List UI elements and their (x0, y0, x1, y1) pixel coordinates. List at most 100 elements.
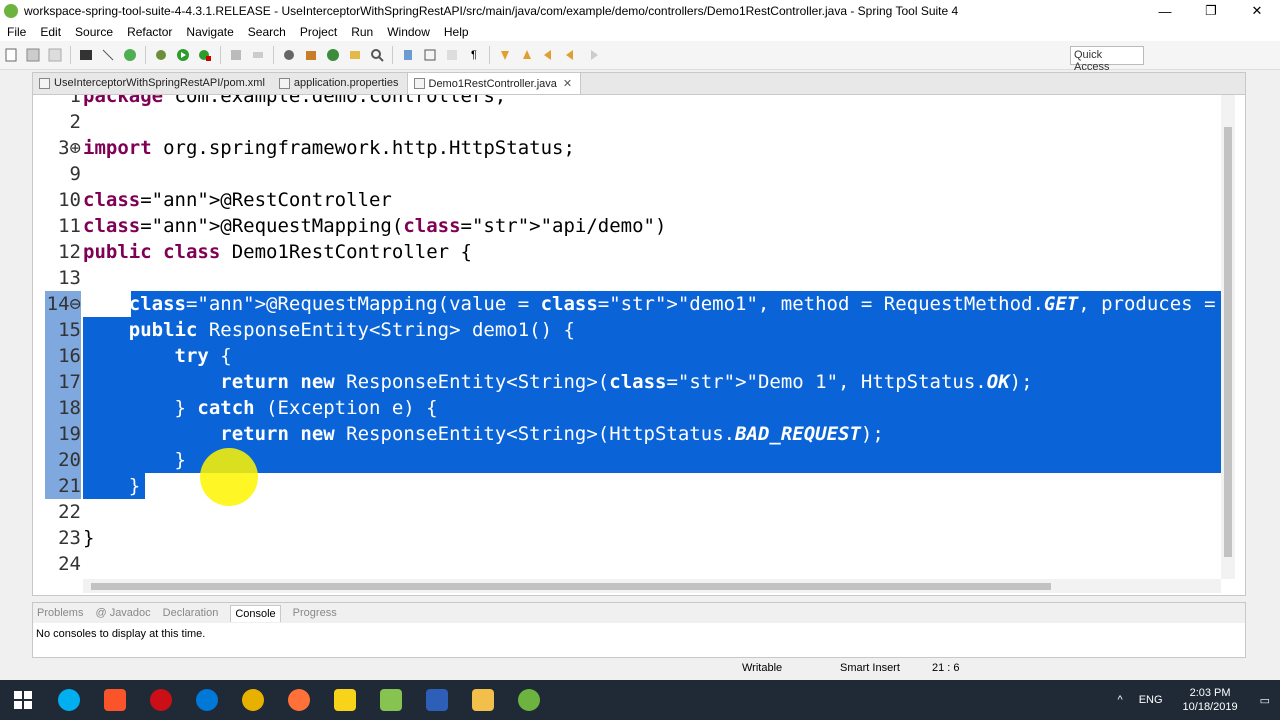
language-indicator[interactable]: ENG (1139, 694, 1163, 706)
code-line[interactable]: 15 public ResponseEntity<String> demo1()… (33, 317, 1221, 343)
code-line[interactable]: 1 package com.example.demo.controllers; (33, 95, 1221, 109)
code-line[interactable]: 22 (33, 499, 1221, 525)
toggle-block-selection-icon[interactable] (422, 47, 438, 63)
tab-demo1restcontroller-java[interactable]: Demo1RestController.java ✕ (406, 72, 582, 94)
code-line[interactable]: 17 return new ResponseEntity<String>(cla… (33, 369, 1221, 395)
opera-app[interactable] (138, 680, 184, 720)
line-number: 13 (58, 267, 81, 289)
relaunch-icon[interactable] (250, 47, 266, 63)
notepad-app[interactable] (368, 680, 414, 720)
sticky-app[interactable] (322, 680, 368, 720)
menu-navigate[interactable]: Navigate (179, 25, 240, 39)
code-line[interactable]: 9 (33, 161, 1221, 187)
brave-icon (104, 689, 126, 711)
forward-icon[interactable] (585, 47, 601, 63)
menu-window[interactable]: Window (380, 25, 437, 39)
explorer-app[interactable] (460, 680, 506, 720)
debug-icon[interactable] (153, 47, 169, 63)
chevron-up-icon[interactable]: ^ (1118, 694, 1123, 706)
line-number: 20 (45, 447, 81, 473)
code-line[interactable]: 24 (33, 551, 1221, 577)
previous-annotation-icon[interactable] (519, 47, 535, 63)
console-view: Problems @ Javadoc Declaration Console P… (32, 602, 1246, 658)
vertical-scrollbar[interactable] (1221, 95, 1235, 579)
left-trim-stack (0, 70, 30, 660)
restore-button[interactable]: ❐ (1188, 0, 1234, 22)
external-tools-icon[interactable] (197, 47, 213, 63)
run-icon[interactable] (175, 47, 191, 63)
new-class-icon[interactable] (325, 47, 341, 63)
quick-access-input[interactable]: Quick Access (1070, 46, 1144, 73)
sts-app[interactable] (506, 680, 552, 720)
code-line[interactable]: 19 return new ResponseEntity<String>(Htt… (33, 421, 1221, 447)
tab-problems[interactable]: Problems (37, 607, 83, 619)
close-tab-icon[interactable]: ✕ (563, 77, 572, 90)
tab-pom-xml[interactable]: UseInterceptorWithSpringRestAPI/pom.xml (33, 72, 273, 94)
floppy-icon (426, 689, 448, 711)
show-whitespace-icon[interactable] (444, 47, 460, 63)
code-line[interactable]: 13 (33, 265, 1221, 291)
code-line[interactable]: 23} (33, 525, 1221, 551)
menu-project[interactable]: Project (293, 25, 344, 39)
clock[interactable]: 2:03 PM 10/18/2019 (1183, 686, 1238, 714)
tab-javadoc[interactable]: @ Javadoc (95, 607, 150, 619)
code-line[interactable]: 2 (33, 109, 1221, 135)
menu-run[interactable]: Run (344, 25, 380, 39)
menu-help[interactable]: Help (437, 25, 476, 39)
code-line[interactable]: 14⊖ class="ann">@RequestMapping(value = … (33, 291, 1221, 317)
close-button[interactable]: ✕ (1234, 0, 1280, 22)
save-all-icon[interactable] (47, 47, 63, 63)
notification-icon[interactable]: ▭ (1260, 694, 1270, 707)
menu-file[interactable]: File (0, 25, 33, 39)
stop-icon[interactable] (228, 47, 244, 63)
start-button[interactable] (0, 680, 46, 720)
code-line[interactable]: 18 } catch (Exception e) { (33, 395, 1221, 421)
code-line[interactable]: 11 class="ann">@RequestMapping(class="str… (33, 213, 1221, 239)
terminal-icon[interactable] (78, 47, 94, 63)
line-number: 24 (58, 553, 81, 575)
folder-icon (472, 689, 494, 711)
line-number: 21 (45, 473, 81, 499)
firefox-app[interactable] (276, 680, 322, 720)
skype-app[interactable] (46, 680, 92, 720)
code-line[interactable]: 10 class="ann">@RestController (33, 187, 1221, 213)
horizontal-scrollbar[interactable] (83, 579, 1221, 593)
back-icon[interactable] (563, 47, 579, 63)
code-line[interactable]: 16 try { (33, 343, 1221, 369)
new-package-icon[interactable] (303, 47, 319, 63)
skip-breakpoints-icon[interactable] (100, 47, 116, 63)
toggle-mark-occurrences-icon[interactable] (400, 47, 416, 63)
status-cursor-position: 21 : 6 (932, 662, 960, 674)
tab-progress[interactable]: Progress (293, 607, 337, 619)
chrome-app[interactable] (230, 680, 276, 720)
spring-boot-icon[interactable] (122, 47, 138, 63)
code-line[interactable]: 12 public class Demo1RestController { (33, 239, 1221, 265)
code-line[interactable]: 3⊕ import org.springframework.http.HttpSt… (33, 135, 1221, 161)
tab-console[interactable]: Console (230, 604, 281, 622)
menu-source[interactable]: Source (68, 25, 120, 39)
pilcrow-icon[interactable]: ¶ (466, 47, 482, 63)
line-number: 22 (58, 501, 81, 523)
menu-search[interactable]: Search (241, 25, 293, 39)
tab-declaration[interactable]: Declaration (163, 607, 219, 619)
save-icon[interactable] (25, 47, 41, 63)
new-file-icon[interactable] (3, 47, 19, 63)
minimize-button[interactable]: — (1142, 0, 1188, 22)
search-icon[interactable] (369, 47, 385, 63)
new-java-project-icon[interactable] (281, 47, 297, 63)
brave-app[interactable] (92, 680, 138, 720)
open-type-icon[interactable] (347, 47, 363, 63)
edge-app[interactable] (184, 680, 230, 720)
last-edit-icon[interactable] (541, 47, 557, 63)
windows-icon (14, 691, 32, 709)
line-text: return new ResponseEntity<String>(HttpSt… (220, 423, 884, 445)
next-annotation-icon[interactable] (497, 47, 513, 63)
code-area[interactable]: 1 package com.example.demo.controllers; 2 3… (33, 95, 1221, 579)
xml-file-icon (39, 77, 50, 89)
java-file-icon (413, 78, 425, 89)
menu-edit[interactable]: Edit (33, 25, 68, 39)
menu-refactor[interactable]: Refactor (120, 25, 179, 39)
status-bar: Writable Smart Insert 21 : 6 (0, 658, 1280, 680)
tab-application-properties[interactable]: application.properties (273, 72, 407, 94)
save-app[interactable] (414, 680, 460, 720)
